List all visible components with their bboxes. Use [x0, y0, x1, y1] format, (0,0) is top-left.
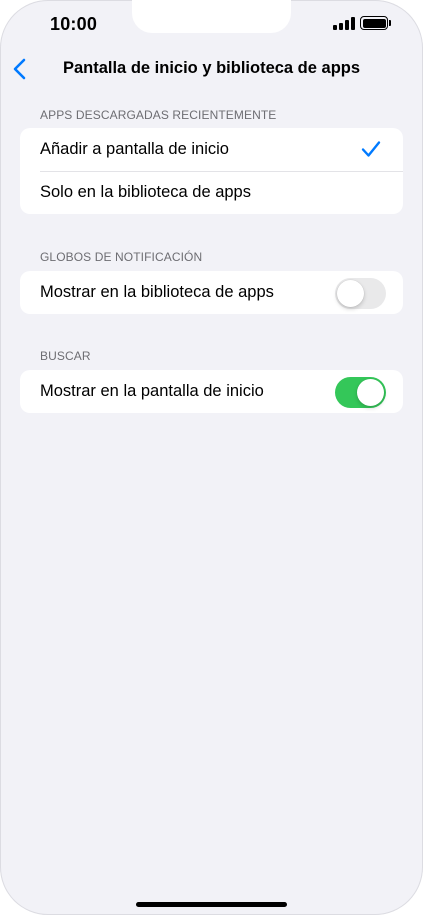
search-group: Mostrar en la pantalla de inicio [20, 370, 403, 413]
cellular-signal-icon [333, 17, 355, 30]
section-header-notification-badges: GLOBOS DE NOTIFICACIÓN [40, 250, 203, 264]
option-add-to-home-screen[interactable]: Añadir a pantalla de inicio [20, 128, 403, 171]
section-header-recent-apps: APPS DESCARGADAS RECIENTEMENTE [40, 108, 277, 122]
battery-tip [389, 20, 391, 26]
notch [132, 0, 291, 33]
toggle-show-on-home-screen[interactable] [335, 377, 386, 408]
toggle-knob [337, 280, 364, 307]
notification-badges-group: Mostrar en la biblioteca de apps [20, 271, 403, 314]
option-label: Solo en la biblioteca de apps [40, 183, 251, 201]
home-indicator[interactable] [136, 902, 287, 907]
page-title: Pantalla de inicio y biblioteca de apps [62, 59, 361, 77]
status-time: 10:00 [50, 14, 98, 34]
option-label: Añadir a pantalla de inicio [40, 140, 229, 158]
checkmark-icon [361, 141, 381, 157]
row-show-in-app-library: Mostrar en la biblioteca de apps [20, 271, 403, 314]
row-show-on-home-screen: Mostrar en la pantalla de inicio [20, 370, 403, 413]
recent-apps-group: Añadir a pantalla de inicio Solo en la b… [20, 128, 403, 214]
toggle-knob [357, 379, 384, 406]
option-app-library-only[interactable]: Solo en la biblioteca de apps [20, 171, 403, 214]
battery-icon [360, 16, 388, 30]
phone-screen: 10:00 Pantalla de inicio y biblioteca de… [0, 0, 423, 915]
toggle-show-in-app-library[interactable] [335, 278, 386, 309]
section-header-search: BUSCAR [40, 349, 91, 363]
